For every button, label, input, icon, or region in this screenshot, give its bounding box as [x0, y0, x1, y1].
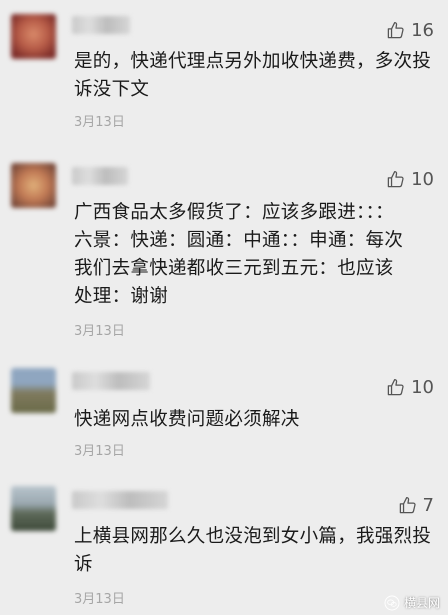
like-count: 10	[411, 169, 434, 190]
comment-date: 3月13日	[74, 592, 125, 607]
thumbs-up-icon	[387, 21, 404, 39]
like-button[interactable]: 16	[386, 20, 434, 41]
comment-date: 3月13日	[74, 444, 125, 459]
thumbs-up-icon	[387, 170, 404, 188]
comment-text: 是的，快递代理点另外加收快递费，多次投诉没下文	[74, 51, 432, 100]
comment-date: 3月13日	[74, 324, 125, 339]
avatar[interactable]	[11, 486, 56, 531]
avatar[interactable]	[11, 14, 56, 59]
thumbs-up-icon	[399, 496, 416, 514]
like-count: 16	[411, 20, 434, 41]
comment-date: 3月13日	[74, 115, 125, 130]
watermark: 横县网	[384, 594, 440, 611]
like-button[interactable]: 10	[386, 169, 434, 190]
avatar[interactable]	[11, 368, 56, 413]
thumbs-up-icon	[387, 378, 404, 396]
like-count: 7	[422, 495, 434, 516]
like-button[interactable]: 10	[386, 377, 434, 398]
avatar[interactable]	[11, 163, 56, 208]
username-blurred[interactable]	[72, 167, 128, 185]
like-button[interactable]: 7	[398, 495, 434, 516]
comment-text: 上横县网那么久也没泡到女小篇，我强烈投诉	[74, 526, 432, 575]
comment-text: 广西食品太多假货了：应该多跟进：：：六景：快递：圆通：中通：：申通：每次我们去拿…	[74, 202, 404, 307]
wechat-logo-icon	[384, 595, 400, 610]
username-blurred[interactable]	[72, 16, 130, 34]
username-blurred[interactable]	[72, 372, 150, 390]
like-count: 10	[411, 377, 434, 398]
comment-list: 16 是的，快递代理点另外加收快递费，多次投诉没下文 3月13日 10 广西食品…	[0, 0, 448, 615]
watermark-label: 横县网	[403, 596, 440, 610]
username-blurred[interactable]	[72, 491, 168, 509]
comment-text: 快递网点收费问题必须解决	[74, 409, 300, 430]
